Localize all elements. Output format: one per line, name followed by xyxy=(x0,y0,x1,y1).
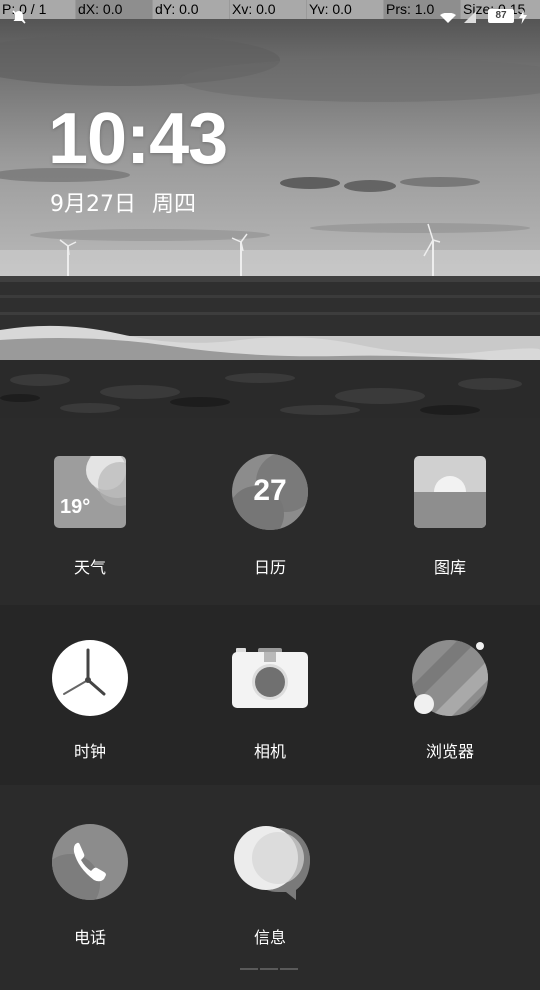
app-label-gallery: 图库 xyxy=(433,558,466,577)
charging-icon xyxy=(519,10,527,24)
app-clock[interactable]: 时钟 xyxy=(15,638,165,762)
clock-time[interactable]: 10:43 xyxy=(48,98,228,180)
app-browser[interactable]: 浏览器 xyxy=(375,638,525,762)
wifi-icon xyxy=(440,13,456,23)
app-label-weather: 天气 xyxy=(73,558,106,577)
app-label-calendar: 日历 xyxy=(253,558,286,577)
velocity-y: Yv: 0.0 xyxy=(307,0,384,19)
camera-icon xyxy=(230,638,310,718)
browser-icon xyxy=(410,638,490,718)
app-phone[interactable]: 电话 xyxy=(15,824,165,948)
weather-icon: 19° xyxy=(50,454,130,534)
app-label-messages: 信息 xyxy=(253,928,286,947)
battery-icon: 87 xyxy=(488,9,514,23)
app-label-phone: 电话 xyxy=(73,928,106,947)
phone-icon xyxy=(50,824,130,904)
clock-date-day: 9月27日 xyxy=(50,192,136,217)
app-gallery[interactable]: 图库 xyxy=(375,454,525,578)
app-messages[interactable]: 信息 xyxy=(195,824,345,948)
app-calendar[interactable]: 27 日历 xyxy=(195,454,345,578)
delta-x: dX: 0.0 xyxy=(76,0,153,19)
calendar-icon: 27 xyxy=(230,454,310,534)
messages-icon xyxy=(230,824,310,904)
gallery-icon xyxy=(410,454,490,534)
app-label-browser: 浏览器 xyxy=(425,742,474,761)
clock-icon xyxy=(50,638,130,718)
app-label-clock: 时钟 xyxy=(73,742,106,761)
notification-muted-icon xyxy=(12,10,26,24)
clock-date[interactable]: 9月27日 周四 xyxy=(50,186,196,218)
delta-y: dY: 0.0 xyxy=(153,0,230,19)
calendar-day: 27 xyxy=(253,474,287,507)
clock-date-weekday: 周四 xyxy=(152,192,197,217)
app-label-camera: 相机 xyxy=(253,742,286,761)
sim-icon xyxy=(464,11,476,23)
app-camera[interactable]: 相机 xyxy=(195,638,345,762)
pointer-location-bar: P: 0 / 1 dX: 0.0 dY: 0.0 Xv: 0.0 Yv: 0.0… xyxy=(0,0,540,19)
wallpaper: 10:43 9月27日 周四 xyxy=(0,0,540,418)
home-screen: 10:43 9月27日 周四 P: 0 / 1 dX: 0.0 dY: 0.0 X… xyxy=(0,0,540,990)
page-indicator xyxy=(240,968,298,970)
app-weather[interactable]: 19° 天气 xyxy=(15,454,165,578)
velocity-x: Xv: 0.0 xyxy=(230,0,307,19)
weather-temp: 19° xyxy=(60,496,91,518)
